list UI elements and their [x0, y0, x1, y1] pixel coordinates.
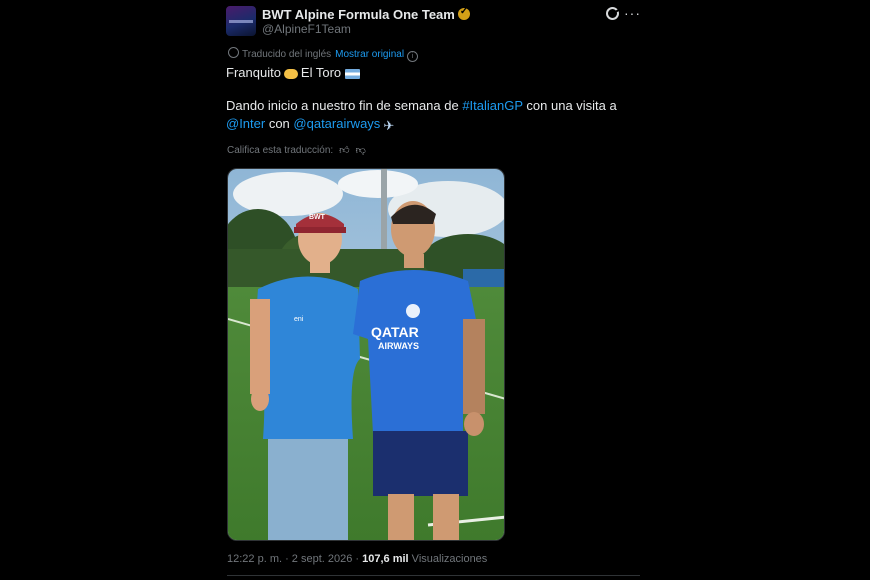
hashtag-link[interactable]: #ItalianGP: [462, 98, 522, 113]
mention-link-qatar[interactable]: @qatarairways: [293, 116, 380, 131]
info-icon[interactable]: i: [407, 51, 419, 62]
rate-label: Califica esta traducción:: [227, 145, 334, 156]
translation-bar: Traducido del inglés Mostrar original i: [228, 47, 419, 62]
sponsor-eni-text: eni: [294, 316, 304, 323]
thumbs-down-icon[interactable]: 👎︎: [356, 144, 366, 156]
airplane-icon: ✈: [383, 118, 395, 133]
handshake-icon: [283, 69, 298, 79]
mention-link-inter[interactable]: @Inter: [226, 116, 265, 131]
timestamp[interactable]: 12:22 p. m. · 2 sept. 2026 ·: [227, 553, 362, 565]
show-original-link[interactable]: Mostrar original: [335, 49, 404, 60]
grok-icon[interactable]: [606, 7, 619, 20]
text-el-toro: El Toro: [300, 65, 342, 80]
photo-illustration: eni QATAR AIRWAYS BWT: [228, 169, 504, 540]
tweet-text-line-1: Franquito El Toro: [226, 65, 361, 80]
argentina-flag-icon: [345, 69, 361, 79]
avatar[interactable]: [226, 6, 256, 36]
rate-translation: Califica esta traducción: 👍︎ 👎︎: [227, 144, 366, 156]
text-segment: con una visita a: [522, 98, 617, 113]
shirt-qatar-text: QATAR: [371, 324, 419, 340]
author-handle[interactable]: @AlpineF1Team: [262, 22, 351, 36]
author-name[interactable]: BWT Alpine Formula One Team: [262, 6, 470, 22]
thumbs-up-icon[interactable]: 👍︎: [339, 144, 349, 156]
tweet-photo[interactable]: eni QATAR AIRWAYS BWT: [227, 168, 505, 541]
text-segment: Dando inicio a nuestro fin de semana de: [226, 98, 463, 113]
verified-badge-icon: [457, 6, 470, 20]
tweet-text-line-3: @Inter con @qatarairways ✈: [226, 116, 394, 134]
tweet-text-line-2: Dando inicio a nuestro fin de semana de …: [226, 98, 617, 113]
text-franquito: Franquito: [226, 65, 281, 80]
author-name-text[interactable]: BWT Alpine Formula One Team: [262, 7, 455, 22]
translate-icon: [228, 47, 239, 58]
shirt-airways-text: AIRWAYS: [378, 341, 419, 351]
text-segment: con: [265, 116, 294, 131]
tweet-footer: 12:22 p. m. · 2 sept. 2026 · 107,6 mil V…: [227, 553, 487, 565]
cap-text: BWT: [309, 214, 326, 221]
more-icon[interactable]: ···: [624, 5, 641, 21]
views-count: 107,6 mil: [362, 553, 409, 565]
views-label: Visualizaciones: [408, 553, 488, 565]
divider: [227, 575, 640, 576]
translated-label: Traducido del inglés: [242, 49, 332, 60]
